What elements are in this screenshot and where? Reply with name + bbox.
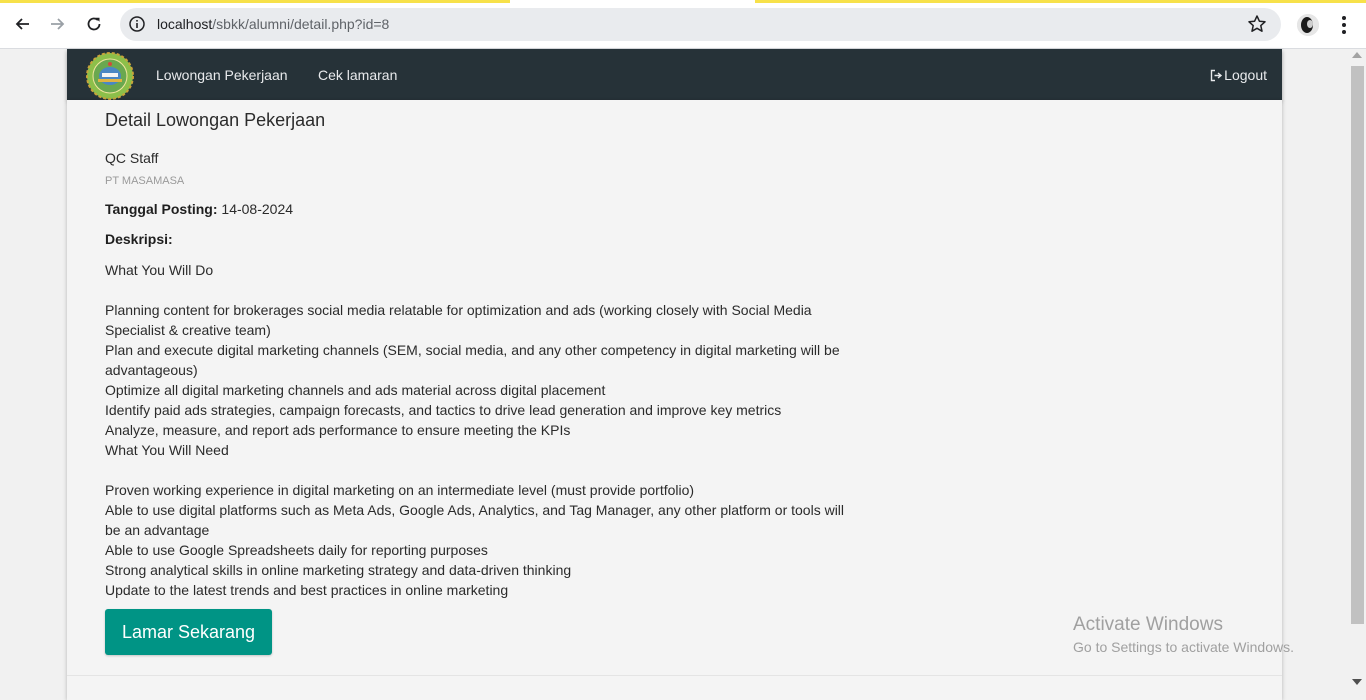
site-info-icon[interactable] xyxy=(128,15,146,33)
kebab-menu-icon[interactable] xyxy=(1334,14,1354,36)
description-line: Plan and execute digital marketing chann… xyxy=(105,342,840,378)
job-title: QC Staff xyxy=(105,150,159,166)
posting-date-value: 14-08-2024 xyxy=(221,201,294,217)
description-label: Deskripsi: xyxy=(105,231,173,247)
activate-windows-subtitle: Go to Settings to activate Windows. xyxy=(1073,639,1294,655)
page-title: Detail Lowongan Pekerjaan xyxy=(105,110,326,130)
back-icon[interactable] xyxy=(9,11,35,37)
logout-label: Logout xyxy=(1224,67,1267,83)
description-line: Able to use Google Spreadsheets daily fo… xyxy=(105,542,488,558)
loading-bar xyxy=(0,0,510,3)
description-line: What You Will Do xyxy=(105,262,214,278)
reload-icon[interactable] xyxy=(81,11,107,37)
scroll-down-arrow-icon[interactable] xyxy=(1352,679,1362,685)
scrollbar-thumb[interactable] xyxy=(1351,66,1364,624)
description-line xyxy=(105,460,855,480)
apply-now-button[interactable]: Lamar Sekarang xyxy=(105,609,272,655)
address-bar[interactable]: localhost/sbkk/alumni/detail.php?id=8 xyxy=(120,8,1281,41)
posting-date-row: Tanggal Posting: 14-08-2024 xyxy=(105,201,293,217)
company-name: PT MASAMASA xyxy=(105,175,185,187)
bookmark-star-icon[interactable] xyxy=(1247,14,1267,34)
description-line: Update to the latest trends and best pra… xyxy=(105,582,509,598)
scroll-up-arrow-icon[interactable] xyxy=(1352,52,1362,58)
description-line: Proven working experience in digital mar… xyxy=(105,482,695,498)
profile-avatar[interactable] xyxy=(1297,14,1319,36)
browser-toolbar: localhost/sbkk/alumni/detail.php?id=8 xyxy=(0,0,1366,49)
posting-date-label: Tanggal Posting: xyxy=(105,201,218,217)
job-description: What You Will Do Planning content for br… xyxy=(105,260,855,600)
description-line: Planning content for brokerages social m… xyxy=(105,302,812,338)
description-line: What You Will Need xyxy=(105,442,229,458)
job-detail-card: Detail Lowongan Pekerjaan QC Staff PT MA… xyxy=(67,100,1282,700)
divider xyxy=(67,675,1282,676)
description-line: Analyze, measure, and report ads perform… xyxy=(105,422,571,438)
description-line xyxy=(105,280,855,300)
nav-link-cek-lamaran[interactable]: Cek lamaran xyxy=(318,67,397,83)
url-host: localhost xyxy=(157,16,213,32)
nav-link-lowongan-pekerjaan[interactable]: Lowongan Pekerjaan xyxy=(156,67,288,83)
logout-link[interactable]: Logout xyxy=(1210,67,1267,83)
sign-out-icon xyxy=(1210,69,1223,81)
description-line: Able to use digital platforms such as Me… xyxy=(105,502,845,538)
activate-windows-title: Activate Windows xyxy=(1073,614,1223,635)
school-logo[interactable] xyxy=(81,51,139,101)
description-line: Optimize all digital marketing channels … xyxy=(105,382,606,398)
description-line: Identify paid ads strategies, campaign f… xyxy=(105,402,782,418)
description-line: Strong analytical skills in online marke… xyxy=(105,562,572,578)
url-path: /sbkk/alumni/detail.php?id=8 xyxy=(212,16,390,32)
forward-icon[interactable] xyxy=(45,11,71,37)
url-text[interactable]: localhost/sbkk/alumni/detail.php?id=8 xyxy=(157,16,389,32)
loading-bar xyxy=(755,0,1366,3)
site-navbar: Lowongan Pekerjaan Cek lamaran Logout xyxy=(67,49,1282,100)
